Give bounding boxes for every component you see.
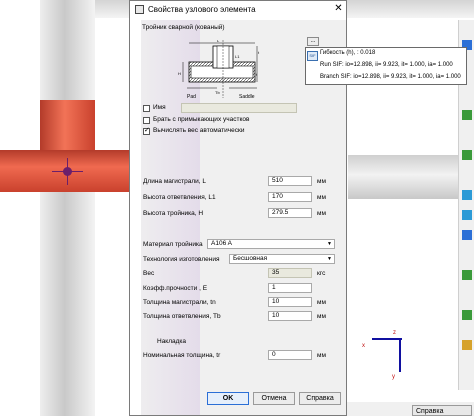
toolbar-icon-6[interactable] bbox=[462, 230, 472, 240]
adjacent-checkbox[interactable] bbox=[143, 117, 150, 124]
toolbar-icon-5[interactable] bbox=[462, 210, 472, 220]
status-help-button[interactable]: Справка bbox=[412, 405, 472, 416]
height-branch-input[interactable]: 170 bbox=[268, 192, 312, 202]
pad-thickness-input[interactable]: 0 bbox=[268, 350, 312, 360]
pipe-vertical[interactable] bbox=[40, 0, 95, 416]
auto-weight-label: Вычислять вес автоматически bbox=[153, 127, 245, 134]
diagram-label-pad: Pad bbox=[187, 94, 196, 100]
element-type-label: Тройник сварной (кованый) bbox=[142, 24, 225, 31]
material-value: A106 A bbox=[211, 240, 232, 247]
axis-y-line bbox=[399, 340, 401, 372]
left-white-strip bbox=[131, 20, 141, 415]
height-branch-label: Высота ответвления, L1 bbox=[143, 194, 216, 201]
diagram-label-tr: t bbox=[256, 72, 258, 77]
strength-label: Коэфф.прочности , E bbox=[143, 285, 208, 292]
material-label: Материал тройника bbox=[143, 241, 203, 248]
height-tee-label: Высота тройника, H bbox=[143, 210, 204, 217]
pad-thickness-unit: мм bbox=[317, 352, 326, 359]
adjacent-label: Брать с примыкающих участков bbox=[153, 116, 250, 123]
chevron-down-icon: ▼ bbox=[327, 256, 332, 262]
thick-branch-unit: мм bbox=[317, 313, 326, 320]
browse-button[interactable]: ... bbox=[307, 37, 319, 46]
node-marker[interactable] bbox=[63, 167, 72, 176]
window-icon bbox=[135, 5, 144, 14]
toolbar-icon-9[interactable] bbox=[462, 340, 472, 350]
length-main-label: Длина магистрали, L bbox=[143, 178, 207, 185]
pad-group-header: Накладка bbox=[157, 338, 187, 345]
thick-main-input[interactable]: 10 bbox=[268, 297, 312, 307]
height-tee-unit: мм bbox=[317, 210, 326, 217]
toolbar-icon-7[interactable] bbox=[462, 270, 472, 280]
name-checkbox[interactable] bbox=[143, 105, 150, 112]
strength-input[interactable]: 1 bbox=[268, 283, 312, 293]
height-tee-input[interactable]: 279.5 bbox=[268, 208, 312, 218]
weight-field: 35 bbox=[268, 268, 312, 278]
tech-value: Бесшовная bbox=[233, 255, 268, 262]
pad-thickness-label: Номинальная толщина, tr bbox=[143, 352, 221, 359]
chevron-down-icon: ▼ bbox=[327, 241, 332, 247]
close-button[interactable]: ✕ bbox=[333, 3, 344, 15]
sif-tooltip: SIF Гибкость (h), : 0.018 Run SIF: io=12… bbox=[305, 47, 467, 85]
axis-x-label: x bbox=[362, 343, 365, 349]
help-button[interactable]: Справка bbox=[299, 392, 341, 405]
axis-x-line bbox=[372, 338, 402, 340]
length-main-input[interactable]: 510 bbox=[268, 176, 312, 186]
diagram-label-h: H bbox=[178, 71, 181, 76]
auto-weight-checkbox[interactable] bbox=[143, 126, 150, 135]
material-select[interactable]: A106 A ▼ bbox=[207, 239, 335, 249]
name-field[interactable] bbox=[181, 103, 297, 113]
diagram-label-saddle: Saddle bbox=[239, 94, 255, 100]
sif-icon: SIF bbox=[307, 51, 318, 61]
diagram-label-l: L bbox=[217, 40, 220, 43]
diagram-label-tn: t bbox=[258, 50, 260, 55]
length-main-unit: мм bbox=[317, 178, 326, 185]
dialog-titlebar[interactable]: Свойства узлового элемента ✕ bbox=[130, 1, 346, 19]
thick-main-label: Толщина магистрали, tn bbox=[143, 299, 216, 306]
dialog-title: Свойства узлового элемента bbox=[148, 5, 256, 14]
diagram-label-l1: L1 bbox=[235, 54, 240, 59]
tech-select[interactable]: Бесшовная ▼ bbox=[229, 254, 335, 264]
axis-y-label: y bbox=[392, 374, 395, 380]
name-label: Имя bbox=[153, 104, 166, 111]
cancel-button[interactable]: Отмена bbox=[253, 392, 295, 405]
thick-branch-label: Толщина ответвления, Tb bbox=[143, 313, 221, 320]
toolbar-icon-8[interactable] bbox=[462, 310, 472, 320]
toolbar-icon-3[interactable] bbox=[462, 150, 472, 160]
pipe-horizontal-right[interactable] bbox=[348, 155, 460, 199]
weight-label: Вес bbox=[143, 270, 155, 277]
toolbar-icon-2[interactable] bbox=[462, 110, 472, 120]
weight-unit: кгс bbox=[317, 270, 326, 277]
diagram-label-tb: Tb bbox=[215, 90, 220, 95]
axis-z-label: z bbox=[393, 330, 396, 336]
toolbar-icon-4[interactable] bbox=[462, 190, 472, 200]
tooltip-run-sif: Run SIF: io=12.898, ii= 9.923, it= 1.000… bbox=[320, 62, 453, 68]
tooltip-flexibility: Гибкость (h), : 0.018 bbox=[320, 50, 376, 56]
tee-diagram: L t L1 H t Tb Pad Saddle bbox=[178, 40, 260, 100]
tooltip-branch-sif: Branch SIF: io=12.898, ii= 9.923, it= 1.… bbox=[320, 74, 461, 80]
tech-label: Технология изготовления bbox=[143, 256, 220, 263]
thick-main-unit: мм bbox=[317, 299, 326, 306]
thick-branch-input[interactable]: 10 bbox=[268, 311, 312, 321]
height-branch-unit: мм bbox=[317, 194, 326, 201]
ok-button[interactable]: OK bbox=[207, 392, 249, 405]
